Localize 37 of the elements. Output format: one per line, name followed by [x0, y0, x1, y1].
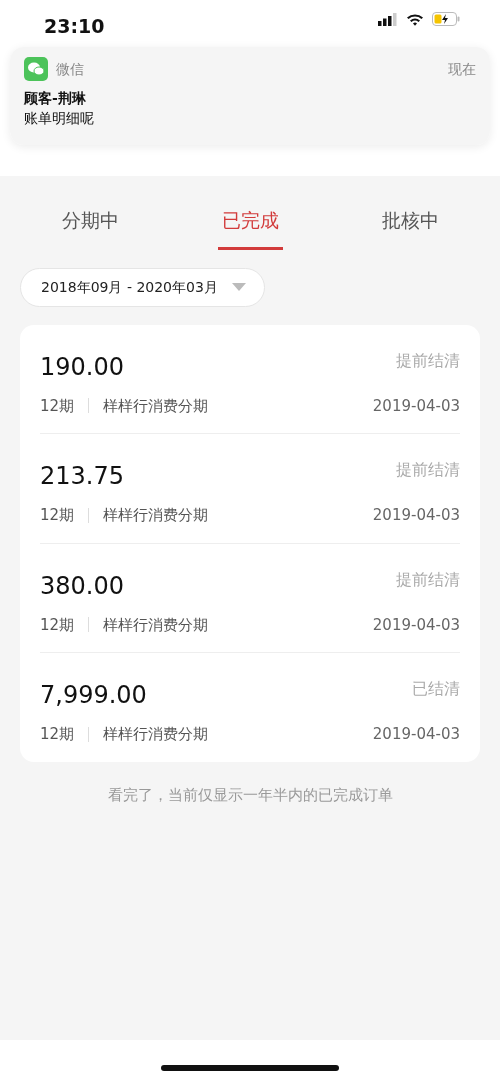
footer-note: 看完了，当前仅显示一年半内的已完成订单 — [106, 784, 394, 806]
tab[interactable]: 已完成 — [217, 202, 283, 250]
battery-icon — [432, 12, 460, 26]
order-amount: 380.00 — [40, 570, 124, 602]
caret-icon — [231, 283, 246, 291]
tab[interactable]: 批核中 — [377, 202, 443, 250]
order-type: 样样行消费分期 — [103, 614, 209, 636]
order-status: 提前结清 — [396, 349, 460, 372]
tab[interactable]: 分期中 — [57, 202, 123, 250]
app-name: 微信 — [56, 59, 84, 79]
order-type: 样样行消费分期 — [103, 505, 209, 526]
signal-icon — [378, 12, 398, 26]
order-term: 12期 — [40, 505, 75, 526]
order-term: 12期 — [40, 614, 75, 636]
order-status: 提前结清 — [396, 459, 460, 481]
order-status: 提前结清 — [396, 568, 460, 591]
status-time: 23:10 — [44, 14, 105, 39]
order-amount: 7,999.00 — [40, 680, 147, 711]
order-term: 12期 — [40, 724, 75, 745]
order-type: 样样行消费分期 — [103, 395, 209, 417]
home-indicator[interactable] — [161, 1065, 339, 1071]
notification-title: 顾客-荆琳 — [24, 89, 87, 108]
date-range-dropdown[interactable]: 2018年09月 - 2020年03月 — [20, 267, 265, 307]
order-amount: 190.00 — [40, 351, 124, 383]
order-date: 2019-04-03 — [372, 395, 460, 417]
order-date: 2019-04-03 — [372, 614, 460, 636]
wifi-icon — [406, 12, 424, 26]
order-status: 已结清 — [412, 678, 460, 700]
notification-message: 账单明细呢 — [24, 108, 95, 128]
notification-time: 现在 — [448, 59, 476, 79]
order-date: 2019-04-03 — [372, 505, 460, 526]
order-term: 12期 — [40, 395, 75, 417]
notification-banner[interactable]: 微信 现在 顾客-荆琳 账单明细呢 — [10, 47, 490, 145]
order-amount: 213.75 — [40, 461, 124, 492]
order-date: 2019-04-03 — [372, 724, 460, 745]
order-type: 样样行消费分期 — [103, 724, 209, 745]
chat-app-icon — [24, 57, 48, 81]
